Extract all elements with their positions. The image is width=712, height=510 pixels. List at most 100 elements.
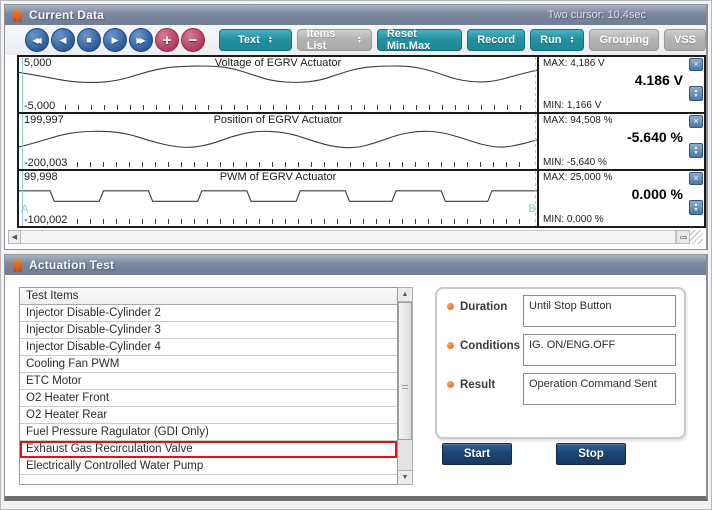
dropdown-arrows-icon: ▲▼ [357, 36, 362, 44]
scale-updown-icon[interactable]: ▲▼ [689, 86, 703, 101]
toolbar-button-group: Text ▲▼ Items List ▲▼ Reset Min.Max Record Run… [207, 29, 706, 51]
fast-rewind-button[interactable]: ◀◀ [25, 28, 49, 52]
scrollbar-thumb[interactable] [398, 302, 412, 440]
max-value-label: MAX: 4,186 V [543, 58, 683, 69]
stop-playback-icon: ■ [86, 35, 91, 45]
step-back-icon: ◀ [60, 35, 67, 46]
plot-voltage-of-egrv-actuator[interactable]: 5,000Voltage of EGRV Actuator-5,000 [19, 57, 539, 112]
zoom-out-icon: − [189, 32, 198, 49]
zoom-in-button[interactable]: + [155, 28, 179, 52]
channel-title: Voltage of EGRV Actuator [19, 57, 537, 69]
orange-bullet-icon [447, 342, 454, 349]
current-value: 0.000 % [543, 186, 683, 202]
field-result: ResultOperation Command Sent [445, 373, 676, 405]
list-item-electrically-controlled-water-pump[interactable]: Electrically Controlled Water Pump [20, 458, 397, 475]
time-axis-ticks [65, 105, 527, 110]
fast-forward-button[interactable]: ▶▶ [129, 28, 153, 52]
dropdown-arrows-icon: ▲▼ [268, 36, 273, 44]
button-label: Reset Min.Max [387, 28, 452, 52]
list-item-injector-disable-cylinder-3[interactable]: Injector Disable-Cylinder 3 [20, 322, 397, 339]
items-list-button[interactable]: Items List ▲▼ [297, 29, 372, 51]
vss-button[interactable]: VSS [664, 29, 706, 51]
scale-updown-icon[interactable]: ▲▼ [689, 200, 703, 215]
field-duration: DurationUntil Stop Button [445, 295, 676, 327]
axis-min-label: -5,000 [24, 100, 55, 112]
close-channel-icon[interactable]: × [689, 115, 703, 128]
actuation-test-window: Actuation Test Test ItemsInjector Disabl… [4, 254, 708, 501]
channel-pwm-of-egrv-actuator: 99,998PWM of EGRV ActuatorAB-100,002MAX:… [19, 171, 704, 228]
zoom-out-button[interactable]: − [181, 28, 205, 52]
window-icon [13, 259, 22, 272]
step-back-button[interactable]: ◀ [51, 28, 75, 52]
list-item-o2-heater-rear[interactable]: O2 Heater Rear [20, 407, 397, 424]
page-icon [680, 236, 687, 239]
plot-position-of-egrv-actuator[interactable]: 199,997Position of EGRV Actuator-200,003 [19, 114, 539, 169]
record-button[interactable]: Record [467, 29, 525, 51]
list-item-etc-motor[interactable]: ETC Motor [20, 373, 397, 390]
resize-grip[interactable] [690, 230, 703, 244]
run-button[interactable]: Run▲▼ [530, 29, 584, 51]
vertical-scrollbar[interactable]: ▲ ▼ [398, 287, 413, 485]
two-cursor-status: Two cursor: 10.4sec [548, 9, 646, 21]
start-button[interactable]: Start [442, 443, 512, 465]
channel-title: Position of EGRV Actuator [19, 114, 537, 126]
actuation-test-content: Test ItemsInjector Disable-Cylinder 2Inj… [5, 275, 706, 496]
grouping-button[interactable]: Grouping [589, 29, 659, 51]
button-label: Items List [307, 28, 349, 52]
play-button[interactable]: ▶ [103, 28, 127, 52]
media-button-group: ◀◀◀■▶▶▶+− [25, 28, 207, 52]
channel-position-of-egrv-actuator: 199,997Position of EGRV Actuator-200,003… [19, 114, 704, 171]
text-button[interactable]: Text ▲▼ [219, 29, 292, 51]
scrollbar-track[interactable] [21, 230, 676, 244]
window-title: Current Data [29, 8, 104, 22]
scroll-up-icon[interactable]: ▲ [398, 288, 412, 302]
scroll-left-icon[interactable]: ◀ [8, 230, 21, 244]
min-value-label: MIN: 0,000 % [543, 214, 604, 225]
plot-pwm-of-egrv-actuator[interactable]: 99,998PWM of EGRV ActuatorAB-100,002 [19, 171, 539, 226]
test-items-listbox: Test ItemsInjector Disable-Cylinder 2Inj… [19, 287, 413, 485]
scrollbar-page-button[interactable] [676, 230, 690, 244]
stop-button[interactable]: Stop [556, 443, 626, 465]
horizontal-scrollbar[interactable]: ◀ [8, 230, 703, 244]
close-channel-icon[interactable]: × [689, 58, 703, 71]
window-icon [13, 9, 22, 22]
list-item-exhaust-gas-recirculation-valve[interactable]: Exhaust Gas Recirculation Valve [20, 441, 397, 458]
max-value-label: MAX: 94,508 % [543, 115, 683, 126]
current-value: -5.640 % [543, 129, 683, 145]
orange-bullet-icon [447, 303, 454, 310]
minmax-panel: MAX: 25,000 % 0.000 % MIN: 0,000 % [539, 171, 687, 226]
minmax-panel: MAX: 4,186 V4.186 VMIN: 1,166 V [539, 57, 687, 112]
toolbar: ◀◀◀■▶▶▶+− Text▲▼Items List▲▼Reset Min.Ma… [5, 25, 706, 55]
scroll-down-icon[interactable]: ▼ [398, 470, 412, 484]
min-value-label: MIN: -5,640 % [543, 157, 607, 168]
zoom-in-icon: + [163, 32, 172, 49]
field-label: Conditions [460, 340, 523, 352]
list-header: Test Items [20, 288, 397, 305]
test-info-panel: DurationUntil Stop ButtonConditionsIG. O… [435, 287, 686, 439]
test-items-list: Test ItemsInjector Disable-Cylinder 2Inj… [19, 287, 398, 485]
reset-min-max-button[interactable]: Reset Min.Max [377, 29, 462, 51]
time-axis-ticks [77, 162, 527, 167]
button-label: Record [477, 34, 515, 46]
scale-updown-icon[interactable]: ▲▼ [689, 143, 703, 158]
max-value-label: MAX: 25,000 % [543, 172, 683, 183]
current-data-titlebar: Current Data Two cursor: 10.4sec [5, 5, 706, 25]
field-value: Until Stop Button [523, 295, 676, 327]
list-item-o2-heater-front[interactable]: O2 Heater Front [20, 390, 397, 407]
list-item-fuel-pressure-ragulator-gdi-only[interactable]: Fuel Pressure Ragulator (GDI Only) [20, 424, 397, 441]
button-label: Text [238, 34, 260, 46]
play-icon: ▶ [112, 35, 119, 46]
field-label: Result [460, 379, 523, 391]
list-item-cooling-fan-pwm[interactable]: Cooling Fan PWM [20, 356, 397, 373]
list-item-injector-disable-cylinder-2[interactable]: Injector Disable-Cylinder 2 [20, 305, 397, 322]
window-title: Actuation Test [29, 258, 114, 272]
actuation-test-titlebar: Actuation Test [5, 255, 706, 275]
channel-controls: × ▲▼ [687, 171, 704, 226]
fast-rewind-icon: ◀◀ [32, 36, 38, 45]
thumb-grip-icon [402, 385, 408, 391]
dropdown-arrows-icon: ▲▼ [570, 36, 575, 44]
close-channel-icon[interactable]: × [689, 172, 703, 185]
stop-playback-button[interactable]: ■ [77, 28, 101, 52]
list-item-injector-disable-cylinder-4[interactable]: Injector Disable-Cylinder 4 [20, 339, 397, 356]
field-label: Duration [460, 301, 523, 313]
